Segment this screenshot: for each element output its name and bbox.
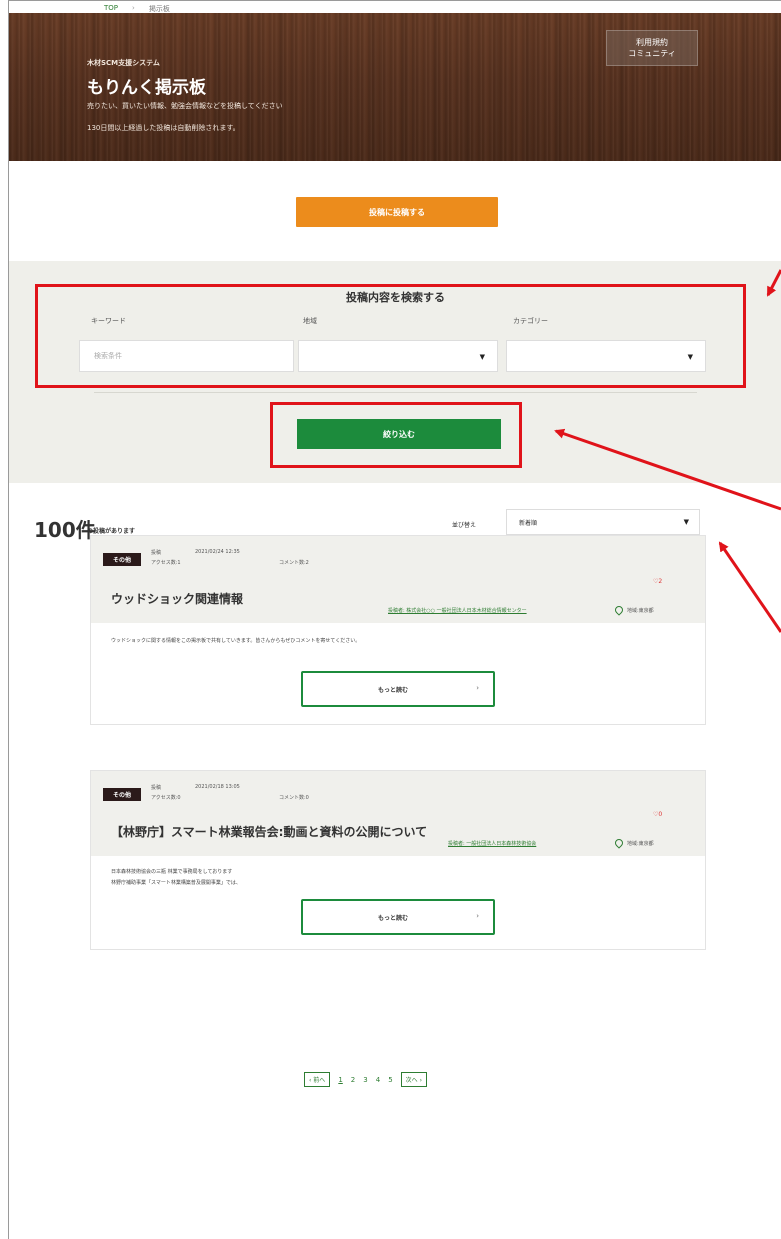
sort-value: 新着順 [519, 519, 538, 527]
hero-banner: 木材SCM支援システム もりんく掲示板 売りたい、買いたい情報、勉強会情報などを… [9, 13, 781, 161]
favorite-count[interactable]: ♡0 [653, 811, 662, 818]
posted-at: 2021/02/24 12:35 [195, 549, 240, 555]
page-frame: TOP › 掲示板 木材SCM支援システム もりんく掲示板 売りたい、買いたい情… [8, 0, 781, 1239]
page-title: もりんく掲示板 [87, 78, 206, 98]
read-more-label: もっと読む [377, 915, 408, 922]
favorite-number: 0 [658, 811, 663, 818]
annotation-box-search-fields [35, 284, 746, 388]
page-link-5[interactable]: 5 [388, 1076, 392, 1084]
post-excerpt: ウッドショックに関する情報をこの掲示板で共有していきます。皆さんからもぜひコメン… [111, 638, 361, 644]
result-suffix: の投稿があります [87, 528, 136, 535]
comment-count: コメント数:2 [279, 560, 309, 566]
chevron-down-icon: ▼ [683, 518, 689, 526]
read-more-button[interactable]: もっと読む › [301, 671, 495, 707]
post-title[interactable]: 【林野庁】スマート林業報告会:動画と資料の公開について [111, 823, 427, 840]
post-card: その他 投稿 2021/02/24 12:35 アクセス数:1 コメント数:2 … [90, 535, 706, 725]
page-link-3[interactable]: 3 [363, 1076, 367, 1084]
location-pin-icon [613, 837, 625, 849]
post-card: その他 投稿 2021/02/18 13:05 アクセス数:0 コメント数:0 … [90, 770, 706, 950]
next-page-button[interactable]: 次へ › [400, 1072, 427, 1087]
posted-label: 投稿 [151, 550, 162, 556]
author-link[interactable]: 投稿者: 一般社団法人日本森林技術協会 [448, 840, 536, 847]
favorite-count[interactable]: ♡2 [653, 578, 662, 585]
location-pin-icon [613, 604, 625, 616]
pagination: ‹ 前へ 1 2 3 4 5 次へ › [304, 1072, 427, 1087]
category-badge: その他 [103, 553, 141, 566]
new-post-button[interactable]: 投稿に投稿する [296, 197, 498, 227]
hero-system-name: 木材SCM支援システム [87, 59, 160, 67]
read-more-label: もっと読む [377, 687, 408, 694]
annotation-box-filter-button [270, 402, 522, 468]
sort-select[interactable]: 新着順 ▼ [506, 509, 700, 535]
chevron-right-icon: › [476, 684, 479, 692]
post-excerpt-line-1: 日本森林技術協会の三瓶 林業で事務局をしております [111, 869, 233, 875]
category-badge: その他 [103, 788, 141, 801]
region-text: 地域:東京都 [627, 608, 654, 614]
divider [94, 392, 697, 393]
hero-description-2: 130日間以上経過した投稿は自動削除されます。 [87, 124, 240, 132]
page-link-4[interactable]: 4 [376, 1076, 380, 1084]
access-count: アクセス数:0 [151, 795, 181, 801]
access-count: アクセス数:1 [151, 560, 181, 566]
sort-label: 並び替え [452, 522, 477, 529]
post-title[interactable]: ウッドショック関連情報 [111, 590, 243, 607]
posted-label: 投稿 [151, 785, 162, 791]
page-link-1[interactable]: 1 [338, 1076, 342, 1084]
posted-at: 2021/02/18 13:05 [195, 784, 240, 790]
prev-page-button[interactable]: ‹ 前へ [304, 1072, 331, 1087]
author-link[interactable]: 投稿者: 株式会社○○ 一般社団法人日本木材総合情報センター [388, 607, 527, 614]
terms-community-button[interactable]: 利用規約 コミュニティ [606, 30, 698, 66]
post-excerpt-line-2: 林野庁補助事業「スマート林業構築普及展開事業」では、 [111, 880, 241, 886]
page-link-2[interactable]: 2 [351, 1076, 355, 1084]
post-header: その他 投稿 2021/02/24 12:35 アクセス数:1 コメント数:2 … [91, 536, 705, 623]
favorite-number: 2 [658, 578, 663, 585]
comment-count: コメント数:0 [279, 795, 309, 801]
read-more-button[interactable]: もっと読む › [301, 899, 495, 935]
hero-description-1: 売りたい、買いたい情報、勉強会情報などを投稿してください [87, 102, 283, 110]
region-text: 地域:東京都 [627, 841, 654, 847]
chevron-right-icon: › [476, 912, 479, 920]
post-header: その他 投稿 2021/02/18 13:05 アクセス数:0 コメント数:0 … [91, 771, 705, 856]
